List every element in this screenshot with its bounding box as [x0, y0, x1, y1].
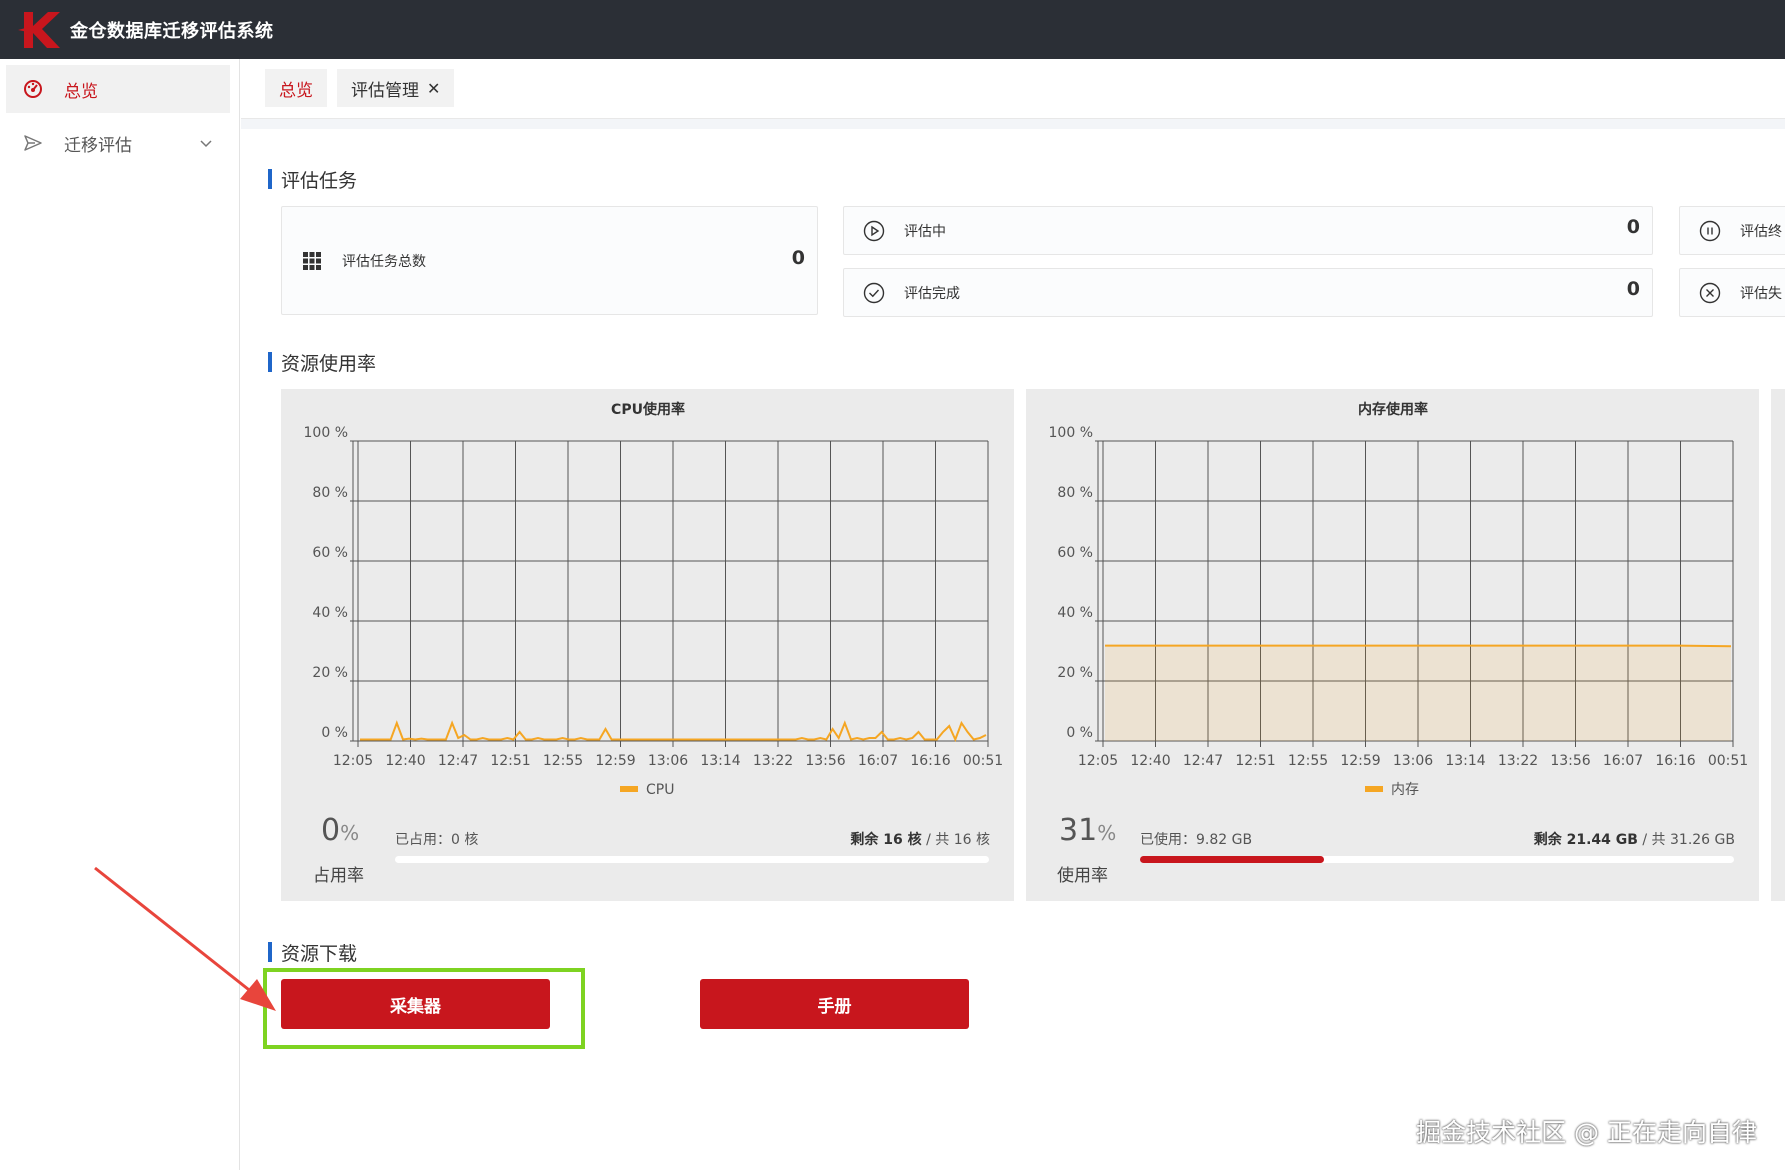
cpu-caption: 占用率 — [313, 866, 364, 886]
memory-percent-value: 31 — [1059, 813, 1098, 848]
memory-x-tick: 13:14 — [1445, 753, 1485, 769]
memory-caption: 使用率 — [1057, 866, 1108, 886]
cpu-x-tick: 12:05 — [333, 753, 373, 769]
card-label: 评估任务总数 — [342, 253, 426, 270]
cpu-x-tick: 13:22 — [753, 753, 793, 769]
memory-usage-bar — [1140, 856, 1734, 863]
memory-y-tick: 40 % — [1057, 605, 1093, 621]
page: 金仓数据库迁移评估系统 总览 迁移评估 总览 评估管理 ✕ 评估任务 评估任务总… — [0, 0, 1785, 1170]
memory-series-area — [1105, 645, 1731, 741]
cpu-x-tick: 13:14 — [700, 753, 740, 769]
cpu-y-tick: 0 % — [321, 725, 348, 741]
memory-y-tick: 60 % — [1057, 545, 1093, 561]
third-panel-edge — [1771, 389, 1785, 901]
tab-assessment-management[interactable]: 评估管理 ✕ — [337, 69, 455, 107]
memory-x-tick: 00:51 — [1708, 753, 1748, 769]
memory-usage-fill — [1140, 856, 1325, 863]
cpu-chart: CPU使用率 0 % 20 % 40 % 60 % 80 % 100 % 12:05 12:40… — [304, 401, 1004, 798]
card-label: 评估失 — [1740, 285, 1782, 302]
cpu-x-tick: 16:07 — [858, 753, 898, 769]
memory-x-tick: 16:16 — [1655, 753, 1695, 769]
memory-x-tick: 12:40 — [1130, 753, 1170, 769]
card-label: 评估中 — [904, 223, 946, 240]
cpu-percent-unit: % — [340, 821, 360, 845]
memory-panel: 内存使用率 0 % 20 % 40 % 60 % 80 % 100 % 12:05 12:40 1… — [1026, 389, 1759, 901]
cpu-x-tick: 12:51 — [490, 753, 530, 769]
cpu-legend-swatch — [620, 786, 638, 792]
memory-total: / 共 31.26 GB — [1637, 832, 1735, 848]
memory-y-tick: 20 % — [1057, 665, 1093, 681]
memory-remaining: 剩余 21.44 GB / 共 31.26 GB — [1534, 829, 1735, 849]
annotation-arrow-icon — [94, 866, 276, 1011]
memory-legend-swatch — [1365, 786, 1383, 792]
memory-x-tick: 13:06 — [1393, 753, 1433, 769]
card-label: 评估完成 — [904, 285, 960, 302]
grid-icon — [300, 249, 324, 273]
cpu-percent-value: 0 — [321, 813, 341, 848]
memory-used: 已使用：9.82 GB — [1140, 832, 1253, 848]
watermark: 掘金技术社区 @ 正在走向自律 — [1416, 1118, 1757, 1147]
memory-y-tick: 0 % — [1066, 725, 1093, 741]
cpu-remaining-value: 剩余 16 核 — [850, 832, 922, 848]
card-value: 0 — [1626, 216, 1640, 238]
card-done[interactable]: 评估完成 0 — [843, 268, 1653, 317]
cpu-total: / 共 16 核 — [921, 832, 990, 848]
cpu-x-tick: 13:06 — [648, 753, 688, 769]
cpu-y-tick: 80 % — [312, 485, 348, 501]
cpu-y-tick: 100 % — [304, 425, 348, 441]
cpu-x-tick: 12:59 — [595, 753, 635, 769]
card-running[interactable]: 评估中 0 — [843, 206, 1653, 255]
memory-x-tick: 13:56 — [1550, 753, 1590, 769]
memory-series-line — [1105, 644, 1732, 648]
cpu-usage-bar — [395, 856, 989, 863]
cpu-x-tick: 12:40 — [385, 753, 425, 769]
card-value: 0 — [791, 247, 805, 269]
card-value: 0 — [1626, 278, 1640, 300]
memory-chart-title: 内存使用率 — [1358, 401, 1428, 418]
card-paused[interactable]: 评估终 — [1679, 206, 1785, 255]
cpu-y-tick: 40 % — [312, 605, 348, 621]
memory-x-tick: 12:59 — [1340, 753, 1380, 769]
memory-remaining-value: 剩余 21.44 GB — [1533, 832, 1638, 848]
tab-label: 评估管理 — [351, 80, 419, 101]
cpu-percent: 0% — [321, 813, 359, 848]
cpu-x-tick: 12:47 — [438, 753, 478, 769]
memory-legend-label: 内存 — [1391, 782, 1419, 798]
cpu-chart-title: CPU使用率 — [611, 401, 685, 418]
memory-y-tick: 80 % — [1057, 485, 1093, 501]
check-circle-icon — [862, 281, 886, 305]
cpu-legend-label: CPU — [646, 782, 674, 798]
cpu-y-tick: 20 % — [312, 665, 348, 681]
cpu-x-tick: 12:55 — [543, 753, 583, 769]
cpu-remaining: 剩余 16 核 / 共 16 核 — [850, 829, 990, 849]
card-failed[interactable]: 评估失 — [1679, 268, 1785, 317]
card-label: 评估终 — [1740, 223, 1782, 240]
memory-x-tick: 13:22 — [1498, 753, 1538, 769]
cpu-x-tick: 16:16 — [910, 753, 950, 769]
close-icon[interactable]: ✕ — [427, 79, 440, 98]
memory-percent-unit: % — [1097, 821, 1117, 845]
memory-percent: 31% — [1059, 813, 1116, 848]
memory-y-tick: 100 % — [1049, 425, 1093, 441]
memory-chart: 内存使用率 0 % 20 % 40 % 60 % 80 % 100 % 12:05 12:40 1… — [1049, 401, 1749, 798]
memory-x-tick: 16:07 — [1603, 753, 1643, 769]
memory-x-tick: 12:05 — [1078, 753, 1118, 769]
pause-circle-icon — [1698, 219, 1722, 243]
highlight-box — [263, 968, 585, 1049]
cpu-x-tick: 00:51 — [963, 753, 1003, 769]
manual-download-button[interactable]: 手册 — [700, 979, 969, 1029]
content-separator — [241, 119, 1785, 129]
memory-x-tick: 12:47 — [1183, 753, 1223, 769]
tabs-bar: 总览 评估管理 ✕ — [241, 59, 1785, 119]
card-total-tasks[interactable]: 评估任务总数 0 — [281, 206, 818, 315]
cpu-used: 已占用：0 核 — [395, 832, 479, 848]
play-circle-icon — [862, 219, 886, 243]
cpu-panel: CPU使用率 0 % 20 % 40 % 60 % 80 % 100 % 12:05 12:40… — [281, 389, 1014, 901]
cpu-x-tick: 13:56 — [805, 753, 845, 769]
memory-x-tick: 12:55 — [1288, 753, 1328, 769]
memory-x-tick: 12:51 — [1235, 753, 1275, 769]
x-circle-icon — [1698, 281, 1722, 305]
cpu-y-tick: 60 % — [312, 545, 348, 561]
